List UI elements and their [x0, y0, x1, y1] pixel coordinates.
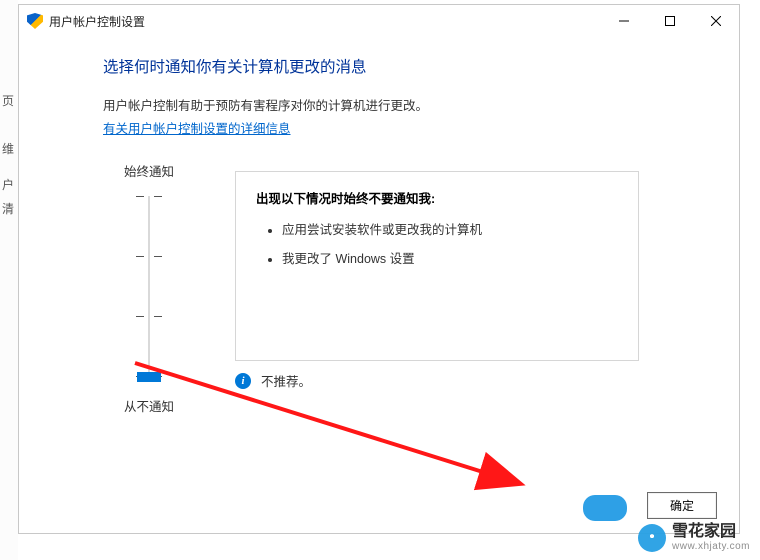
- watermark-url: www.xhjaty.com: [672, 541, 750, 552]
- slider-bottom-label: 从不通知: [124, 396, 174, 415]
- slider-top-label: 始终通知: [124, 161, 174, 180]
- learn-more-link[interactable]: 有关用户帐户控制设置的详细信息: [103, 122, 291, 136]
- shield-icon: [27, 13, 43, 29]
- info-panel: 出现以下情况时始终不要通知我: 应用尝试安装软件或更改我的计算机 我更改了 Wi…: [235, 171, 639, 361]
- window-title: 用户帐户控制设置: [49, 13, 145, 30]
- ok-button[interactable]: 确定: [647, 492, 717, 519]
- watermark: 雪花家园 www.xhjaty.com: [638, 523, 750, 552]
- recommendation-row: 不推荐。: [235, 371, 639, 390]
- maximize-button[interactable]: [647, 5, 693, 37]
- watermark-icon: [638, 524, 666, 552]
- panel-item: 我更改了 Windows 设置: [282, 248, 618, 267]
- page-heading: 选择何时通知你有关计算机更改的消息: [103, 55, 699, 77]
- titlebar: 用户帐户控制设置: [19, 5, 739, 37]
- recommendation-text: 不推荐。: [261, 371, 311, 390]
- slider-thumb[interactable]: [137, 372, 161, 382]
- background-strip: 页 维 户 清: [0, 0, 18, 560]
- close-button[interactable]: [693, 5, 739, 37]
- panel-title: 出现以下情况时始终不要通知我:: [256, 188, 618, 207]
- panel-item: 应用尝试安装软件或更改我的计算机: [282, 219, 618, 238]
- info-icon: [235, 373, 251, 389]
- uac-settings-window: 用户帐户控制设置 选择何时通知你有关计算机更改的消息 用户帐户控制有助于预防有害…: [18, 4, 740, 534]
- minimize-button[interactable]: [601, 5, 647, 37]
- page-description: 用户帐户控制有助于预防有害程序对你的计算机进行更改。: [103, 95, 699, 114]
- notification-slider[interactable]: [124, 190, 174, 386]
- cursor-highlight: [583, 495, 627, 521]
- watermark-text: 雪花家园: [672, 523, 750, 541]
